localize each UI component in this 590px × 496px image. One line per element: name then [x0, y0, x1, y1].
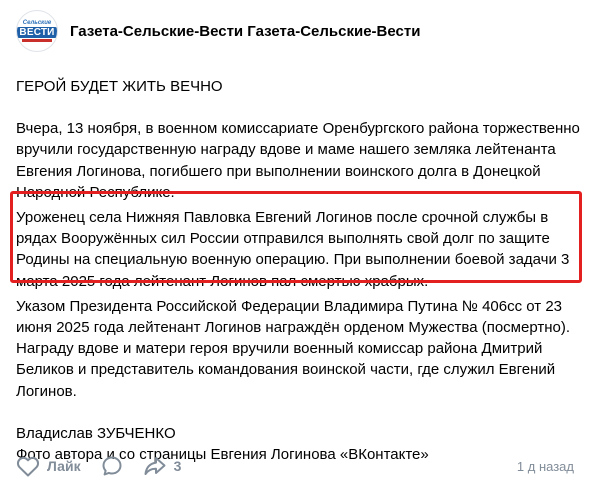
author-name[interactable]: Газета-Сельские-Вести Газета-Сельские-Ве…: [70, 23, 420, 40]
post-card: Сельские ВЕСТИ Газета-Сельские-Вести Газ…: [0, 0, 590, 496]
like-button[interactable]: Лайк: [16, 455, 81, 477]
share-button[interactable]: 3: [143, 455, 182, 477]
post-footer: Лайк 3 1 д назад: [16, 452, 574, 480]
share-icon: [144, 457, 166, 475]
post-time[interactable]: 1 д назад: [517, 459, 574, 474]
post-signature: Владислав ЗУБЧЕНКО: [16, 424, 176, 442]
heart-icon: [16, 456, 40, 477]
comment-icon: [102, 456, 122, 476]
post-title: ГЕРОЙ БУДЕТ ЖИТЬ ВЕЧНО: [16, 78, 223, 95]
post-header: Сельские ВЕСТИ Газета-Сельские-Вести Газ…: [16, 10, 578, 52]
post-paragraph-3: Указом Президента Российской Федерации В…: [16, 297, 570, 400]
like-label: Лайк: [47, 458, 81, 474]
avatar-main-text: ВЕСТИ: [17, 27, 57, 38]
post-paragraph-1: Вчера, 13 ноября, в военном комиссариате…: [16, 120, 580, 201]
post-text: ГЕРОЙ БУДЕТ ЖИТЬ ВЕЧНО Вчера, 13 ноября,…: [16, 76, 582, 465]
avatar-strip: [22, 39, 52, 42]
avatar[interactable]: Сельские ВЕСТИ: [16, 10, 58, 52]
comment-button[interactable]: [101, 455, 123, 477]
post-paragraph-2-highlighted: Уроженец села Нижняя Павловка Евгений Ло…: [16, 209, 570, 290]
share-count: 3: [173, 458, 182, 474]
avatar-top-text: Сельские: [22, 20, 52, 26]
